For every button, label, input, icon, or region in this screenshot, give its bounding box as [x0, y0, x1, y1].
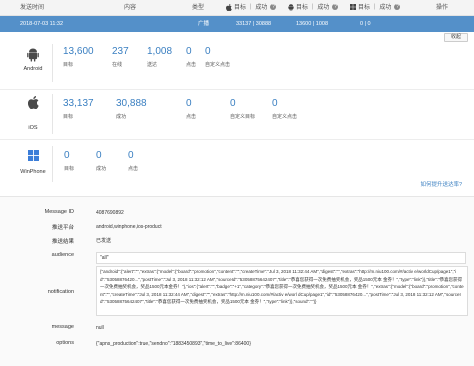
col-ios[interactable]: 目标 ｜ 成功? — [226, 0, 277, 16]
col-ios-label: 目标 ｜ 成功 — [234, 5, 268, 11]
divider — [52, 44, 53, 82]
detail-value: null — [96, 325, 104, 331]
row-android-stats: 13600 | 1008 — [296, 21, 329, 27]
stat-value: 30,888 — [116, 98, 147, 109]
stat-value: 0 — [186, 46, 192, 57]
col-winphone[interactable]: 目标 ｜ 成功? — [350, 0, 401, 16]
col-type[interactable]: 类型 — [192, 0, 204, 16]
col-android-label: 目标 ｜ 成功 — [296, 5, 330, 11]
stat-value: 0 — [230, 98, 236, 109]
winphone-panel: WinPhone 0 目标 0 成功 0 点击 — [0, 140, 474, 190]
stat-label: 在线 — [112, 62, 123, 68]
android-name: Android — [23, 66, 43, 72]
stat-label: 自定义目标 — [230, 114, 256, 120]
winphone-name: WinPhone — [20, 169, 46, 175]
stat-value: 0 — [96, 150, 102, 161]
stat-value: 0 — [205, 46, 211, 57]
message-details: Message ID 4087690892 推送平台 android,winph… — [0, 196, 474, 366]
col-action: 操作 — [436, 5, 449, 11]
detail-label: options — [56, 340, 74, 346]
row-winphone-stats: 0 | 0 — [360, 21, 371, 27]
stat-target: 33,137 目标 — [63, 98, 94, 120]
stat-success: 30,888 成功 — [116, 98, 147, 120]
stat-value: 0 — [186, 98, 192, 109]
help-icon[interactable]: ? — [270, 4, 277, 11]
stat-value: 0 — [272, 98, 278, 109]
detail-value: android,winphone,ios-product — [96, 224, 162, 230]
row-time: 2018-07-03 11:32 — [20, 21, 64, 27]
detail-label: notification — [47, 289, 74, 295]
ios-panel: iOS 33,137 目标 30,888 成功 0 点击 0 自定义目标 0 自定义点击 — [0, 90, 474, 140]
detail-value: 已发送 — [96, 238, 112, 244]
detail-value: "all" — [96, 252, 466, 264]
stat-label: 点击 — [186, 114, 197, 120]
apple-icon — [226, 3, 232, 11]
stat-clicks: 0 点击 — [128, 150, 138, 172]
stat-label: 自定义点击 — [205, 62, 231, 68]
android-panel: Android 13,600 目标 237 在线 1,008 送达 0 点击 0 自定义点… — [0, 34, 474, 90]
stat-value: 13,600 — [63, 46, 94, 57]
stat-custom-clicks: 0 自定义点击 — [272, 98, 297, 120]
stat-label: 点击 — [186, 62, 197, 68]
stat-clicks: 0 点击 — [186, 46, 196, 68]
stat-value: 33,137 — [63, 98, 94, 109]
stat-label: 送达 — [147, 62, 158, 68]
stat-target: 0 目标 — [64, 150, 74, 172]
col-winphone-label: 目标 ｜ 成功 — [358, 5, 392, 11]
apple-icon — [27, 96, 39, 110]
stat-label: 自定义点击 — [272, 114, 298, 120]
stat-success: 0 成功 — [96, 150, 106, 172]
stat-delivered: 1,008 送达 — [147, 46, 172, 68]
stat-value: 0 — [128, 150, 134, 161]
col-send-time[interactable]: 发送时间 — [20, 0, 44, 16]
detail-label: 推送结果 — [51, 239, 74, 245]
row-type: 广播 — [198, 21, 210, 27]
stat-custom-target: 0 自定义目标 — [230, 98, 255, 120]
winphone-platform: WinPhone — [18, 150, 48, 175]
stat-label: 成功 — [96, 166, 107, 172]
detail-label: Message ID — [44, 209, 74, 215]
improve-delivery-link[interactable]: 如何提升送达率? — [420, 180, 462, 188]
stat-clicks: 0 点击 — [186, 98, 196, 120]
windows-icon — [27, 150, 39, 161]
stat-label: 目标 — [63, 114, 74, 120]
stat-online: 237 在线 — [112, 46, 129, 68]
android-icon — [27, 48, 39, 62]
ios-name: iOS — [28, 125, 38, 131]
row-ios-stats: 33137 | 30888 — [236, 21, 272, 27]
detail-label: message — [51, 324, 74, 330]
help-icon[interactable]: ? — [394, 4, 401, 11]
stat-label: 点击 — [128, 166, 139, 172]
stat-label: 目标 — [63, 62, 74, 68]
detail-value: {"apns_production":true,"sendno":"188345… — [96, 341, 251, 347]
detail-value: 4087690892 — [96, 210, 124, 216]
detail-label: 推送平台 — [51, 225, 74, 231]
divider — [52, 94, 53, 134]
help-icon[interactable]: ? — [332, 4, 339, 11]
col-android[interactable]: 目标 ｜ 成功? — [288, 0, 339, 16]
stat-target: 13,600 目标 — [63, 46, 94, 68]
col-content[interactable]: 内容 — [124, 0, 136, 16]
android-platform: Android — [18, 48, 48, 72]
stat-label: 目标 — [64, 166, 75, 172]
stat-custom-clicks: 0 自定义点击 — [205, 46, 230, 68]
stat-label: 成功 — [116, 114, 127, 120]
ios-platform: iOS — [18, 96, 48, 131]
table-header: 发送时间 内容 类型 目标 ｜ 成功? 目标 ｜ 成功? 目标 ｜ 成功? 操作 — [0, 0, 474, 16]
stat-value: 237 — [112, 46, 129, 57]
stat-value: 1,008 — [147, 46, 173, 57]
stat-value: 0 — [64, 150, 70, 161]
android-icon — [288, 4, 294, 11]
detail-label: audience — [51, 252, 74, 258]
notification-json-box: {"android":{"alert":"","extras":{"model"… — [96, 266, 468, 316]
divider — [52, 146, 53, 182]
windows-icon — [350, 4, 356, 11]
table-row-selected[interactable]: 2018-07-03 11:32 广播 33137 | 30888 13600 … — [0, 16, 474, 32]
